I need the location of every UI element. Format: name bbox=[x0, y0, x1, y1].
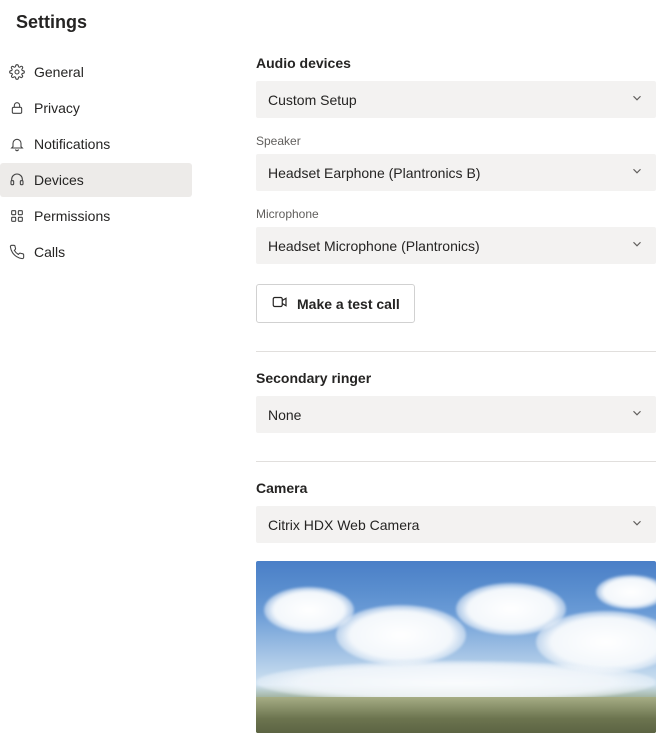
chevron-down-icon bbox=[630, 164, 644, 181]
secondary-ringer-value: None bbox=[268, 407, 301, 423]
camera-value: Citrix HDX Web Camera bbox=[268, 517, 419, 533]
audio-setup-value: Custom Setup bbox=[268, 92, 357, 108]
speaker-value: Headset Earphone (Plantronics B) bbox=[268, 165, 480, 181]
sidebar-item-notifications[interactable]: Notifications bbox=[0, 127, 192, 161]
bell-icon bbox=[8, 135, 26, 153]
audio-setup-select[interactable]: Custom Setup bbox=[256, 81, 656, 118]
page-title: Settings bbox=[0, 0, 664, 51]
microphone-select[interactable]: Headset Microphone (Plantronics) bbox=[256, 227, 656, 264]
sidebar-item-label: General bbox=[34, 64, 84, 80]
sidebar-item-label: Devices bbox=[34, 172, 84, 188]
video-call-icon bbox=[271, 293, 289, 314]
chevron-down-icon bbox=[630, 91, 644, 108]
sidebar-item-privacy[interactable]: Privacy bbox=[0, 91, 192, 125]
sidebar-item-label: Privacy bbox=[34, 100, 80, 116]
sidebar-item-label: Permissions bbox=[34, 208, 110, 224]
divider bbox=[256, 351, 656, 352]
headset-icon bbox=[8, 171, 26, 189]
audio-devices-label: Audio devices bbox=[256, 55, 656, 71]
speaker-select[interactable]: Headset Earphone (Plantronics B) bbox=[256, 154, 656, 191]
camera-preview bbox=[256, 561, 656, 733]
sidebar-item-label: Calls bbox=[34, 244, 65, 260]
camera-label: Camera bbox=[256, 480, 656, 496]
settings-sidebar: General Privacy Notifi bbox=[0, 51, 192, 746]
microphone-value: Headset Microphone (Plantronics) bbox=[268, 238, 480, 254]
lock-icon bbox=[8, 99, 26, 117]
chevron-down-icon bbox=[630, 516, 644, 533]
make-test-call-button[interactable]: Make a test call bbox=[256, 284, 415, 323]
secondary-ringer-select[interactable]: None bbox=[256, 396, 656, 433]
speaker-label: Speaker bbox=[256, 134, 656, 148]
microphone-label: Microphone bbox=[256, 207, 656, 221]
sidebar-item-label: Notifications bbox=[34, 136, 110, 152]
phone-icon bbox=[8, 243, 26, 261]
camera-select[interactable]: Citrix HDX Web Camera bbox=[256, 506, 656, 543]
gear-icon bbox=[8, 63, 26, 81]
settings-main: Audio devices Custom Setup Speaker Heads… bbox=[192, 51, 664, 746]
chevron-down-icon bbox=[630, 237, 644, 254]
sidebar-item-permissions[interactable]: Permissions bbox=[0, 199, 192, 233]
apps-icon bbox=[8, 207, 26, 225]
sidebar-item-general[interactable]: General bbox=[0, 55, 192, 89]
sidebar-item-calls[interactable]: Calls bbox=[0, 235, 192, 269]
divider bbox=[256, 461, 656, 462]
make-test-call-label: Make a test call bbox=[297, 296, 400, 312]
chevron-down-icon bbox=[630, 406, 644, 423]
secondary-ringer-label: Secondary ringer bbox=[256, 370, 656, 386]
sidebar-item-devices[interactable]: Devices bbox=[0, 163, 192, 197]
